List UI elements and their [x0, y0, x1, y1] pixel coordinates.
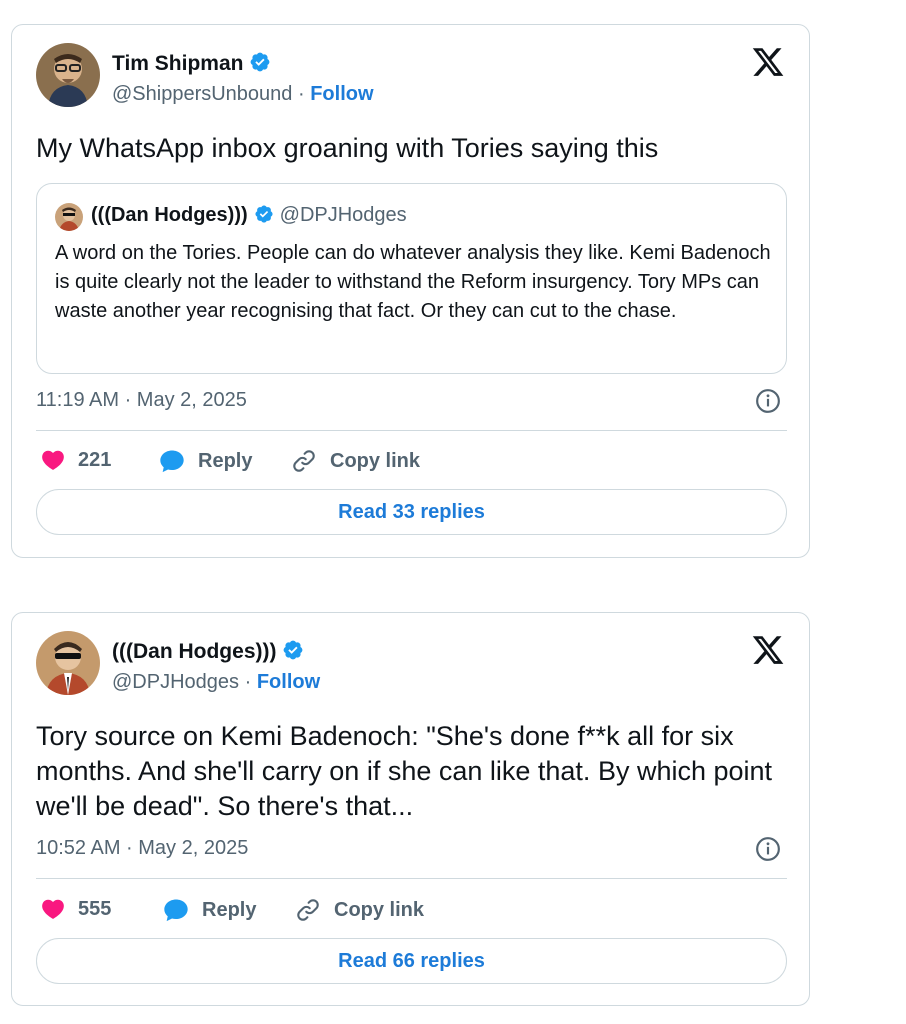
- author-avatar[interactable]: [36, 43, 100, 107]
- quoted-author-avatar: [55, 203, 83, 231]
- separator: ·: [297, 83, 305, 105]
- quoted-author-name: (((Dan Hodges))): [91, 204, 248, 226]
- reply-button[interactable]: Reply: [162, 896, 256, 924]
- info-icon[interactable]: [755, 388, 781, 414]
- verified-badge-icon: [254, 204, 274, 230]
- quoted-author-line: (((Dan Hodges))) @DPJHodges: [91, 204, 407, 230]
- quoted-author-handle: @DPJHodges: [279, 204, 407, 226]
- reply-label: Reply: [198, 449, 253, 472]
- heart-icon: [42, 899, 64, 919]
- copy-link-label: Copy link: [334, 898, 425, 921]
- x-logo-icon[interactable]: [751, 45, 785, 79]
- like-button[interactable]: 221: [40, 447, 111, 473]
- like-count: 221: [78, 448, 112, 471]
- like-count: 555: [78, 897, 112, 920]
- author-name[interactable]: (((Dan Hodges))): [112, 639, 304, 667]
- speech-bubble-icon: [160, 450, 184, 473]
- info-icon[interactable]: [755, 836, 781, 862]
- author-handle[interactable]: @ShippersUnbound: [112, 83, 292, 105]
- tweet-timestamp[interactable]: 10:52 AM · May 2, 2025: [36, 837, 248, 860]
- copy-link-button[interactable]: Copy link: [290, 447, 420, 475]
- author-name-text[interactable]: Tim Shipman: [112, 52, 243, 75]
- x-logo-icon[interactable]: [751, 633, 785, 667]
- tweet-text: My WhatsApp inbox groaning with Tories s…: [36, 133, 659, 163]
- separator: ·: [244, 671, 252, 693]
- copy-link-button[interactable]: Copy link: [294, 896, 424, 924]
- follow-button[interactable]: Follow: [257, 671, 320, 693]
- copy-link-label: Copy link: [330, 449, 421, 472]
- tweet-card[interactable]: (((Dan Hodges))) @DPJHodges · Follow Tor…: [11, 612, 810, 1006]
- verified-badge-icon: [282, 639, 304, 667]
- heart-icon: [42, 450, 64, 470]
- quoted-tweet-text: A word on the Tories. People can do what…: [55, 242, 771, 322]
- like-button[interactable]: 555: [40, 896, 111, 922]
- divider: [36, 430, 787, 431]
- link-icon: [293, 450, 315, 472]
- reply-button[interactable]: Reply: [158, 447, 252, 475]
- read-replies-button[interactable]: Read 33 replies: [36, 489, 787, 535]
- divider: [36, 878, 787, 879]
- reply-label: Reply: [202, 898, 257, 921]
- tweet-timestamp[interactable]: 11:19 AM · May 2, 2025: [36, 389, 247, 412]
- author-name[interactable]: Tim Shipman: [112, 51, 271, 79]
- link-icon: [297, 899, 319, 921]
- tweet-text: Tory source on Kemi Badenoch: "She's don…: [36, 721, 773, 821]
- speech-bubble-icon: [164, 899, 188, 922]
- author-avatar[interactable]: [36, 631, 100, 695]
- author-handle-line: @DPJHodges · Follow: [112, 671, 320, 694]
- author-name-text[interactable]: (((Dan Hodges))): [112, 640, 276, 663]
- author-handle[interactable]: @DPJHodges: [112, 671, 239, 693]
- author-handle-line: @ShippersUnbound · Follow: [112, 83, 374, 106]
- read-replies-button[interactable]: Read 66 replies: [36, 938, 787, 984]
- follow-button[interactable]: Follow: [310, 83, 373, 105]
- verified-badge-icon: [249, 51, 271, 79]
- tweet-card[interactable]: Tim Shipman @ShippersUnbound · Follow My…: [11, 24, 810, 558]
- quoted-tweet[interactable]: (((Dan Hodges))) @DPJHodges A word on the…: [36, 183, 787, 374]
